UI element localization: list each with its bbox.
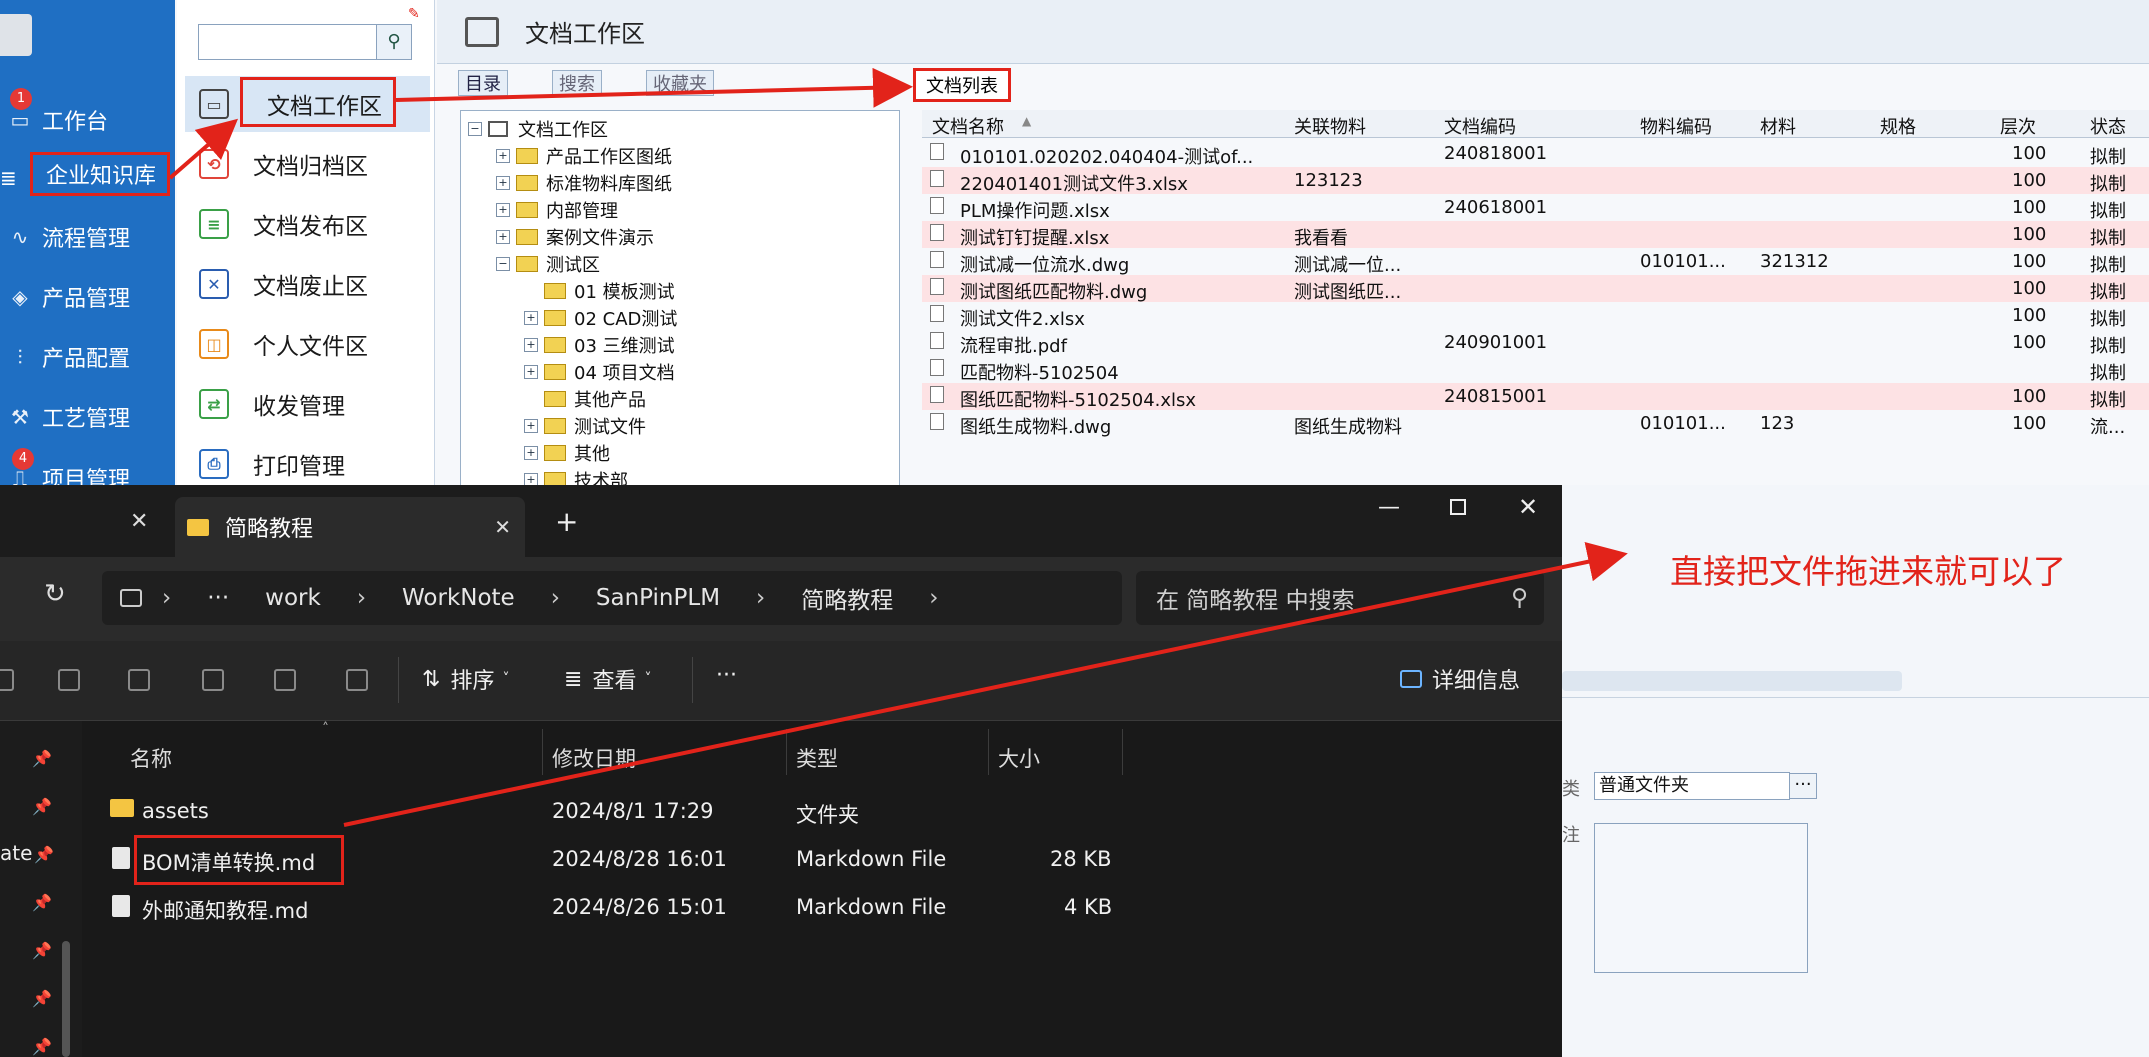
arrow-to-workspace bbox=[168, 118, 239, 180]
arrow-drag bbox=[343, 542, 1628, 827]
annotation-arrows bbox=[168, 67, 1628, 827]
arrow-to-list bbox=[395, 67, 913, 108]
